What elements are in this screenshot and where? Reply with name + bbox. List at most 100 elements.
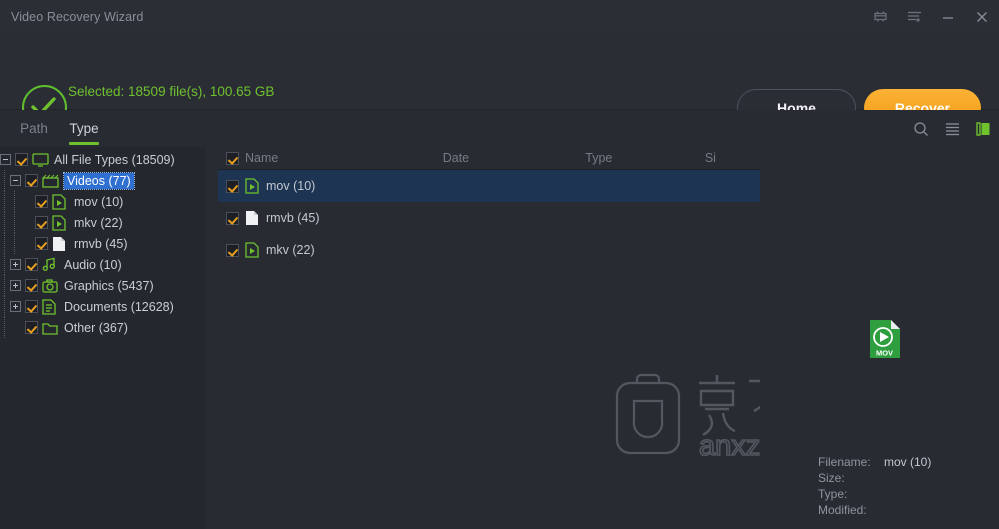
detail-field-value: mov (10) (884, 455, 932, 469)
column-header-name[interactable]: Name (245, 151, 443, 165)
detail-field: Modified: (818, 502, 931, 518)
tree-node-checkbox[interactable] (25, 258, 38, 271)
detail-field: Type: (818, 486, 931, 502)
tree-node-label: All File Types (18509) (54, 152, 175, 167)
tree-indent-guide (0, 254, 10, 275)
tab-path-label: Path (20, 121, 48, 136)
title-bar: Video Recovery Wizard (0, 0, 999, 33)
tree-expander[interactable] (10, 259, 21, 270)
play-file-icon (52, 214, 69, 231)
row-checkbox[interactable] (226, 179, 239, 193)
monitor-icon (32, 152, 49, 167)
tree-node-checkbox[interactable] (25, 300, 38, 313)
file-list-pane: Name Date Type Si mov (10) rmvb (45) mkv… (218, 147, 760, 529)
tree-indent-guide (10, 191, 20, 212)
watermark-logo: anxz.com (613, 369, 760, 463)
file-list-header: Name Date Type Si (218, 147, 760, 170)
music-icon (42, 257, 59, 272)
file-detail-pane: MOV Filename: mov (10) Size: Type: Modified: (760, 147, 999, 529)
tab-type-label: Type (69, 121, 99, 136)
detail-field-key: Type: (818, 487, 848, 501)
file-list-row[interactable]: mov (10) (218, 170, 760, 202)
tree-expander (20, 238, 31, 249)
play-file-icon (52, 193, 69, 210)
file-type-tree-pane: All File Types (18509) Videos (77) mov (… (0, 147, 205, 529)
play-file-icon (245, 241, 260, 259)
tree-node[interactable]: rmvb (45) (0, 233, 205, 254)
tree-indent-guide (0, 170, 10, 191)
tree-node[interactable]: All File Types (18509) (0, 149, 205, 170)
column-header-type[interactable]: Type (585, 151, 705, 165)
tree-node[interactable]: Audio (10) (0, 254, 205, 275)
file-list-row[interactable]: mkv (22) (218, 234, 760, 266)
tree-node-label: mkv (22) (74, 215, 123, 230)
row-checkbox[interactable] (226, 243, 239, 257)
tab-path[interactable]: Path (12, 110, 56, 147)
tree-node-checkbox[interactable] (25, 321, 38, 334)
tree-node[interactable]: mov (10) (0, 191, 205, 212)
tree-node-checkbox[interactable] (25, 174, 38, 187)
blank-file-icon (52, 236, 69, 251)
tree-expander[interactable] (10, 301, 21, 312)
row-name: rmvb (45) (266, 211, 320, 225)
tab-bar-icons (913, 110, 991, 147)
tree-node-label: rmvb (45) (74, 236, 128, 251)
minimize-icon[interactable] (931, 0, 965, 33)
cart-icon[interactable] (863, 0, 897, 33)
file-list-rows: mov (10) rmvb (45) mkv (22) (218, 170, 760, 266)
file-type-tree: All File Types (18509) Videos (77) mov (… (0, 147, 205, 338)
tree-indent-guide (0, 191, 10, 212)
tree-node-checkbox[interactable] (35, 216, 48, 229)
tree-expander (10, 322, 21, 333)
watermark-text: anxz.com (699, 430, 760, 461)
tree-node-label: Other (367) (64, 320, 128, 335)
tree-node-checkbox[interactable] (25, 279, 38, 292)
tree-node-label: Graphics (5437) (64, 278, 154, 293)
row-checkbox[interactable] (226, 211, 239, 225)
tree-node-label: Videos (77) (63, 171, 135, 190)
tree-indent-guide (0, 317, 10, 338)
preview-panel-icon[interactable] (976, 121, 991, 136)
menu-icon[interactable] (897, 0, 931, 33)
video-icon (42, 173, 59, 188)
list-view-icon[interactable] (945, 122, 960, 136)
tree-expander[interactable] (10, 175, 21, 186)
tree-indent-guide (0, 275, 10, 296)
tree-node[interactable]: mkv (22) (0, 212, 205, 233)
detail-field-key: Filename: (818, 455, 871, 469)
tree-expander (20, 217, 31, 228)
detail-field-key: Size: (818, 471, 845, 485)
tree-node-checkbox[interactable] (35, 195, 48, 208)
detail-field: Size: (818, 470, 931, 486)
app-window: Video Recovery Wizard Selected: 18509 fi… (0, 0, 999, 529)
tree-node[interactable]: Documents (12628) (0, 296, 205, 317)
folder-icon (42, 320, 59, 335)
window-title: Video Recovery Wizard (11, 9, 144, 24)
tree-expander[interactable] (10, 280, 21, 291)
play-file-icon (245, 177, 260, 195)
tab-type[interactable]: Type (62, 110, 106, 147)
tree-indent-guide (10, 233, 20, 254)
file-list-row[interactable]: rmvb (45) (218, 202, 760, 234)
close-icon[interactable] (965, 0, 999, 33)
search-icon[interactable] (913, 121, 929, 137)
document-icon (42, 298, 59, 315)
tree-node-label: Documents (12628) (64, 299, 174, 314)
select-all-checkbox[interactable] (226, 151, 239, 165)
file-detail-fields: Filename: mov (10) Size: Type: Modified: (818, 454, 931, 518)
camera-icon (42, 278, 59, 293)
pane-splitter[interactable] (205, 147, 218, 529)
tree-indent-guide (0, 212, 10, 233)
tab-bar: Path Type (0, 110, 999, 147)
tree-expander[interactable] (0, 154, 11, 165)
column-header-size[interactable]: Si (705, 151, 760, 165)
tree-indent-guide (0, 233, 10, 254)
tree-node[interactable]: Other (367) (0, 317, 205, 338)
tree-node-checkbox[interactable] (15, 153, 28, 166)
main-area: All File Types (18509) Videos (77) mov (… (0, 147, 999, 529)
tree-node[interactable]: Graphics (5437) (0, 275, 205, 296)
tree-node[interactable]: Videos (77) (0, 170, 205, 191)
tree-node-checkbox[interactable] (35, 237, 48, 250)
detail-field-key: Modified: (818, 503, 867, 517)
column-header-date[interactable]: Date (443, 151, 586, 165)
